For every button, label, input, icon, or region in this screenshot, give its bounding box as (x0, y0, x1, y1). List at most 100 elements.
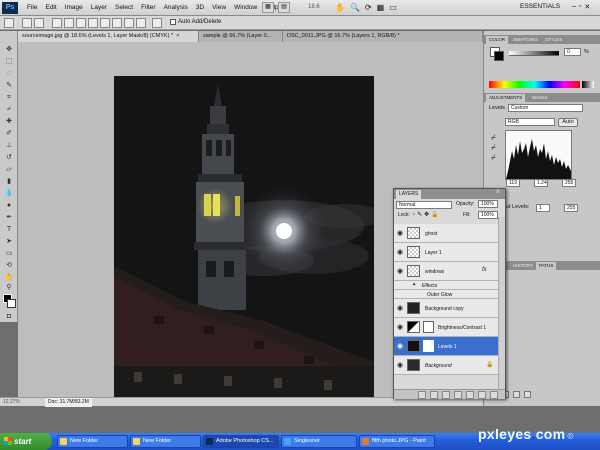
bridge-button[interactable]: ▦ (262, 2, 274, 13)
menu-select[interactable]: Select (111, 0, 137, 16)
visibility-eye-icon[interactable]: ◉ (397, 362, 404, 369)
channel-dropdown[interactable]: RGB (505, 118, 555, 126)
auto-add-delete-option[interactable]: Auto Add/Delete (170, 19, 221, 25)
restore-icon[interactable]: ▫ (579, 3, 581, 11)
add-mask-icon[interactable] (442, 391, 450, 399)
ellipse-option[interactable] (100, 18, 110, 28)
workspace-switcher[interactable]: ESSENTIALS (520, 3, 560, 10)
quick-select-tool-icon[interactable]: ✎ (4, 81, 14, 90)
delete-layer-icon[interactable] (490, 391, 498, 399)
rotate-view-icon[interactable]: ⟳ (365, 3, 372, 12)
new-adjustment-icon[interactable] (454, 391, 462, 399)
menu-view[interactable]: View (208, 0, 230, 16)
layer-mask-thumbnail[interactable] (423, 321, 434, 333)
visibility-eye-icon[interactable]: ◉ (397, 230, 404, 237)
tab-adjustments[interactable]: ADJUSTMENTS (486, 94, 526, 102)
clone-stamp-tool-icon[interactable]: ⊥ (4, 141, 14, 150)
menu-analysis[interactable]: Analysis (160, 0, 192, 16)
pen-tool-option[interactable] (52, 18, 62, 28)
polygon-option[interactable] (112, 18, 122, 28)
layer-row-brightness-contrast[interactable]: ◉ Brightness/Contrast 1 (394, 318, 498, 337)
marquee-tool-icon[interactable]: ⬚ (4, 57, 14, 66)
fill-field[interactable]: 100% (478, 211, 498, 219)
hand-tool-icon[interactable]: ✋ (4, 273, 14, 282)
zoom-tool-icon[interactable]: 🔍 (350, 3, 360, 12)
tab-history[interactable]: HISTORY (510, 262, 536, 270)
layer-row-ghost[interactable]: ◉ ghost (394, 224, 498, 243)
auto-button[interactable]: Auto (558, 118, 578, 127)
k-slider[interactable] (509, 51, 559, 56)
minimize-icon[interactable]: – (572, 3, 576, 11)
levels-preset-dropdown[interactable]: Custom (508, 104, 583, 112)
taskbar-item-new-folder-1[interactable]: New Folder (57, 435, 128, 448)
menu-edit[interactable]: Edit (41, 0, 60, 16)
visibility-eye-icon[interactable]: ◉ (397, 305, 404, 312)
type-tool-icon[interactable]: T (4, 225, 14, 234)
3d-rotate-tool-icon[interactable]: ⟲ (4, 261, 14, 270)
rectangle-option[interactable] (76, 18, 86, 28)
visibility-eye-icon[interactable]: ◉ (397, 249, 404, 256)
new-path-button[interactable] (513, 391, 520, 398)
shape-tool-icon[interactable]: ▭ (4, 249, 14, 258)
tool-preset-picker[interactable] (4, 18, 14, 28)
visibility-eye-icon[interactable]: ◉ (397, 343, 404, 350)
crop-tool-icon[interactable]: ⌗ (4, 93, 14, 102)
view-extras-button[interactable]: ▤ (278, 2, 290, 13)
layer-fx-badge[interactable]: fx (482, 267, 487, 273)
levels-histogram[interactable] (505, 130, 572, 180)
add-style-icon[interactable] (430, 391, 438, 399)
tab-swatches[interactable]: SWATCHES (510, 36, 541, 44)
hand-tool-icon[interactable]: ✋ (335, 3, 345, 12)
layer-row-layer-1[interactable]: ◉ Layer 1 (394, 243, 498, 262)
visibility-eye-icon[interactable]: ◉ (397, 324, 404, 331)
input-white-field[interactable]: 255 (562, 179, 576, 187)
line-option[interactable] (124, 18, 134, 28)
k-value-field[interactable]: 0 (564, 48, 581, 56)
layers-scrollbar[interactable] (498, 217, 505, 390)
auto-add-delete-checkbox[interactable] (170, 19, 176, 25)
background-color-swatch[interactable] (7, 299, 16, 308)
status-zoom[interactable]: 12.27% (3, 398, 20, 407)
taskbar-item-singlesnet[interactable]: Singlesnet (281, 435, 357, 448)
eyedropper-tool-icon[interactable]: ⌿ (4, 105, 14, 114)
menu-filter[interactable]: Filter (137, 0, 159, 16)
menu-3d[interactable]: 3D (192, 0, 208, 16)
geometry-options[interactable] (152, 18, 162, 28)
layer-row-background-copy[interactable]: ◉ Background copy (394, 299, 498, 318)
layer-mask-thumbnail[interactable] (423, 340, 434, 352)
input-black-field[interactable]: 119 (506, 179, 520, 187)
shape-layers-option[interactable] (22, 18, 32, 28)
input-gamma-field[interactable]: 1.24 (534, 179, 548, 187)
black-point-eyedropper-icon[interactable]: ⌿ (491, 133, 496, 143)
gray-point-eyedropper-icon[interactable]: ⌿ (491, 143, 496, 153)
eraser-tool-icon[interactable]: ▱ (4, 165, 14, 174)
tab-paths[interactable]: PATHS (536, 262, 557, 270)
pen-tool-icon[interactable]: ✒ (4, 213, 14, 222)
close-tab-icon[interactable]: × (176, 33, 179, 39)
doc-tab-dsc[interactable]: DSC_0011.JPG @ 16.7% (Layers 1, RGB/8) * (283, 31, 483, 42)
menu-layer[interactable]: Layer (87, 0, 111, 16)
gradient-tool-icon[interactable]: ▮ (4, 177, 14, 186)
custom-shape-option[interactable] (136, 18, 146, 28)
output-white-field[interactable]: 255 (564, 204, 578, 212)
doc-tab-sample[interactable]: sample @ 66.7% (Layer 0... (199, 31, 283, 42)
freeform-pen-option[interactable] (64, 18, 74, 28)
lasso-tool-icon[interactable]: ◌ (4, 69, 14, 78)
screen-mode-icon[interactable]: ▭ (389, 3, 397, 12)
tab-color[interactable]: COLOR (486, 36, 509, 44)
start-button[interactable]: start (0, 433, 52, 450)
opacity-field[interactable]: 100% (478, 200, 498, 208)
zoom-level[interactable]: 18.6 (308, 4, 320, 10)
taskbar-item-photoshop[interactable]: Adobe Photoshop CS... (203, 435, 279, 448)
grayscale-ramp[interactable] (582, 81, 594, 88)
new-group-icon[interactable] (466, 391, 474, 399)
new-layer-icon[interactable] (478, 391, 486, 399)
layer-row-background[interactable]: ◉ Background 🔒 (394, 356, 498, 375)
effects-row[interactable]: ✦ Effects (394, 281, 498, 290)
paths-option[interactable] (34, 18, 44, 28)
menu-image[interactable]: Image (61, 0, 87, 16)
layer-row-levels-1[interactable]: ◉ Levels 1 (394, 337, 498, 356)
blend-mode-dropdown[interactable]: Normal (396, 201, 452, 209)
document-canvas[interactable] (114, 76, 374, 398)
taskbar-item-new-folder-2[interactable]: New Folder (130, 435, 201, 448)
